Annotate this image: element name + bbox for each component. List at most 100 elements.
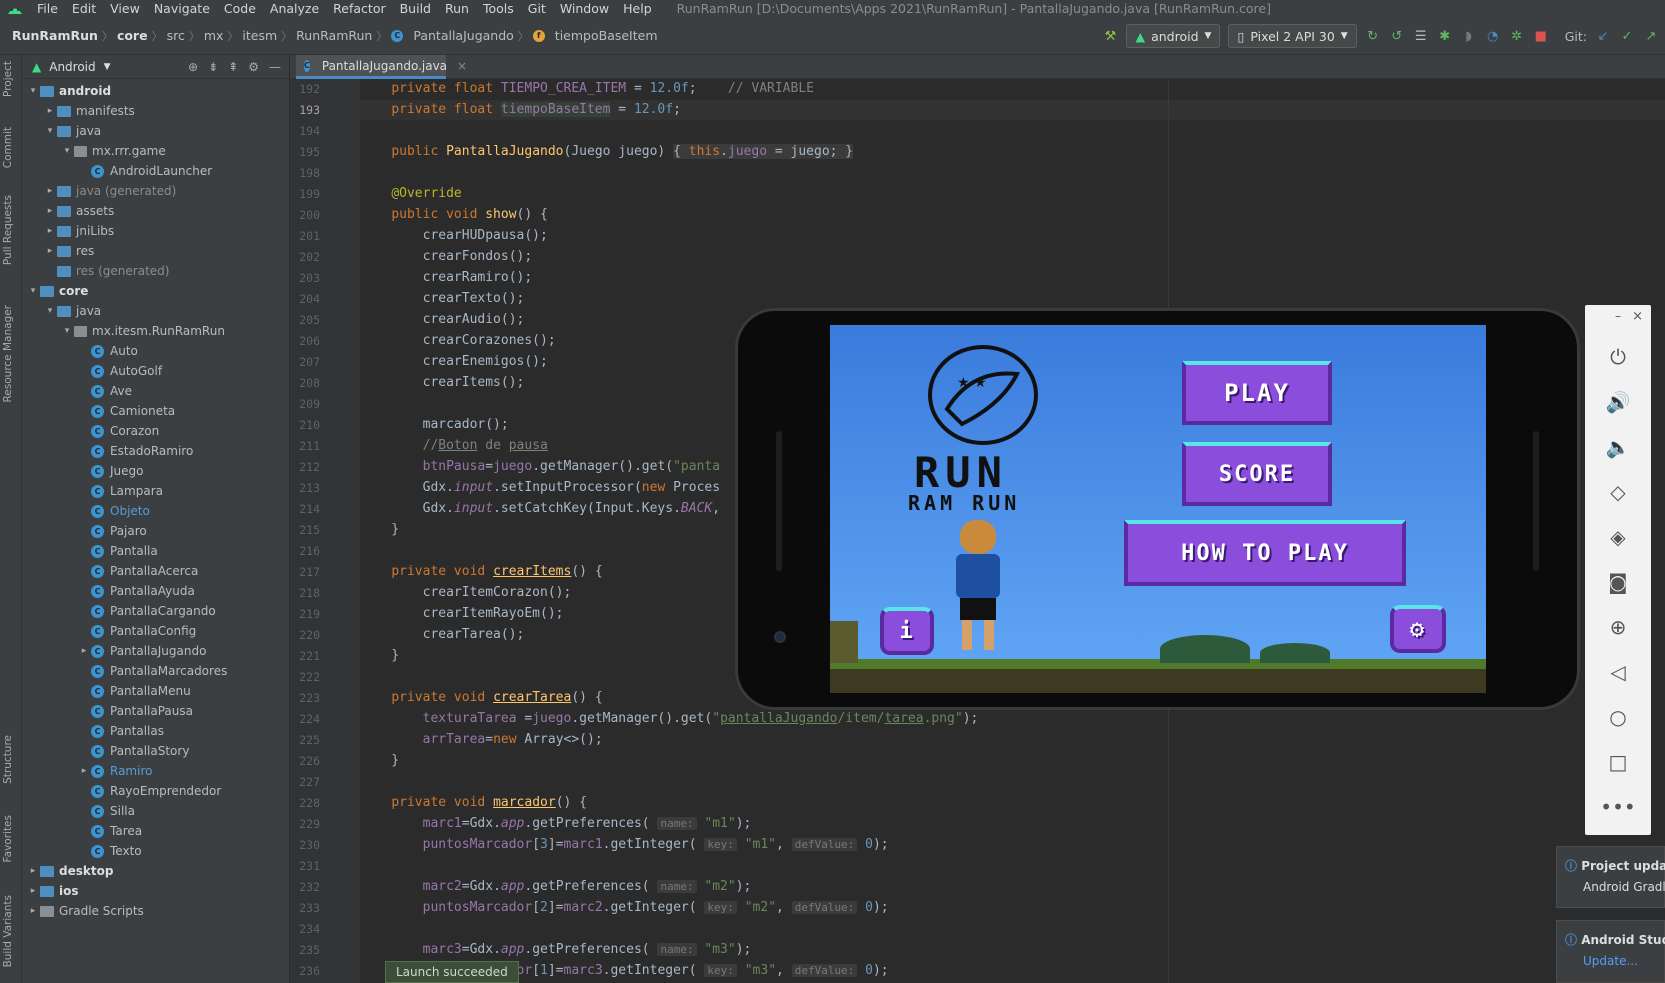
code-line[interactable]: @Override [360,184,461,204]
code-line[interactable]: } [360,520,399,540]
menu-item-tools[interactable]: Tools [476,1,521,16]
tab-pull-requests[interactable]: Pull Requests [2,195,14,265]
project-view-select[interactable]: Android [49,60,95,74]
run-config-select[interactable]: ▲ android ▼ [1126,24,1221,48]
tab-favorites[interactable]: Favorites [2,815,14,862]
code-line[interactable]: puntosMarcador[2]=marc2.getInteger( key:… [360,898,889,918]
play-button[interactable]: PLAY [1182,361,1332,425]
tree-item[interactable]: ▸ res [22,241,289,261]
tree-item[interactable]: ▾ core [22,281,289,301]
settings-button[interactable]: ⚙ [1390,605,1446,653]
tree-item[interactable]: res (generated) [22,261,289,281]
chevron-right-icon[interactable]: ▸ [43,246,57,256]
tree-item[interactable]: C Lampara [22,481,289,501]
tab-commit[interactable]: Commit [2,127,14,168]
home-icon[interactable]: ○ [1585,705,1651,729]
code-line[interactable]: crearHUDpausa(); [360,226,548,246]
code-line[interactable]: crearTexto(); [360,289,525,309]
code-line[interactable]: } [360,751,399,771]
tree-item[interactable]: C Ave [22,381,289,401]
tab-resource-manager[interactable]: Resource Manager [2,305,14,403]
tree-item[interactable]: C PantallaAcerca [22,561,289,581]
emulator-screen[interactable]: ★ ★ RUN RAM RUN PLAY SCORE HOW TO PLAY i… [830,325,1486,693]
close-icon[interactable]: × [1585,309,1651,324]
chevron-down-icon[interactable]: ▾ [26,286,40,296]
chevron-down-icon[interactable]: ▾ [26,86,40,96]
chevron-down-icon[interactable]: ▾ [43,126,57,136]
stop-icon[interactable]: ■ [1533,28,1549,44]
hammer-icon[interactable]: ⚒ [1102,28,1118,44]
git-commit-icon[interactable]: ✓ [1619,28,1635,44]
back-icon[interactable]: ◁ [1585,660,1651,684]
tree-item[interactable]: ▸ C Ramiro [22,761,289,781]
info-button[interactable]: i [880,607,934,655]
chevron-right-icon[interactable]: ▸ [43,186,57,196]
tree-item[interactable]: C PantallaMarcadores [22,661,289,681]
overview-icon[interactable]: □ [1585,750,1651,774]
code-line[interactable]: private void marcador() { [360,793,587,813]
code-line[interactable]: crearItemCorazon(); [360,583,572,603]
git-update-icon[interactable]: ↙ [1595,28,1611,44]
notification-project-update[interactable]: ⓘ Project updat Android Gradl [1556,846,1665,908]
update-link[interactable]: Update... [1565,954,1656,968]
chevron-down-icon[interactable]: ▾ [43,306,57,316]
chevron-right-icon[interactable]: ▸ [77,646,91,656]
tree-item[interactable]: ▾ java [22,121,289,141]
code-line[interactable]: crearItems(); [360,373,525,393]
tree-item[interactable]: C EstadoRamiro [22,441,289,461]
breadcrumb-item[interactable]: RunRamRun [292,28,376,43]
code-line[interactable]: marc2=Gdx.app.getPreferences( name: "m2"… [360,877,752,897]
code-line[interactable]: private float tiempoBaseItem = 12.0f; [360,100,1665,120]
code-line[interactable]: public PantallaJugando(Juego juego) { th… [360,142,854,162]
tree-item[interactable]: C Silla [22,801,289,821]
apply-changes-icon[interactable]: ↻ [1365,28,1381,44]
tree-item[interactable]: C AutoGolf [22,361,289,381]
profile-icon[interactable]: ◔ [1485,28,1501,44]
rotate-right-icon[interactable]: ◈ [1585,525,1651,549]
tree-item[interactable]: C Auto [22,341,289,361]
menu-item-navigate[interactable]: Navigate [147,1,217,16]
tab-structure[interactable]: Structure [2,735,14,784]
tree-item[interactable]: C Texto [22,841,289,861]
tree-item[interactable]: C PantallaCargando [22,601,289,621]
code-line[interactable]: marc3=Gdx.app.getPreferences( name: "m3"… [360,940,752,960]
gear-icon[interactable]: ⚙ [248,60,259,74]
menu-item-run[interactable]: Run [438,1,476,16]
menu-item-window[interactable]: Window [553,1,616,16]
code-line[interactable]: texturaTarea =juego.getManager().get("pa… [360,709,979,729]
tree-item[interactable]: C AndroidLauncher [22,161,289,181]
tree-item[interactable]: C Pantallas [22,721,289,741]
code-line[interactable]: crearAudio(); [360,310,525,330]
tree-item[interactable]: C Objeto [22,501,289,521]
code-line[interactable]: crearRamiro(); [360,268,533,288]
code-line[interactable]: private void crearItems() { [360,562,602,582]
zoom-icon[interactable]: ⊕ [1585,615,1651,639]
chevron-right-icon[interactable]: ▸ [26,906,40,916]
tree-item[interactable]: C Juego [22,461,289,481]
menu-item-code[interactable]: Code [217,1,263,16]
menu-item-edit[interactable]: Edit [65,1,103,16]
code-line[interactable]: puntosMarcador[3]=marc1.getInteger( key:… [360,835,889,855]
apply-code-changes-icon[interactable]: ↺ [1389,28,1405,44]
code-line[interactable]: marcador(); [360,415,509,435]
coverage-icon[interactable]: ◗ [1461,28,1477,44]
menu-item-view[interactable]: View [103,1,147,16]
git-push-icon[interactable]: ↗ [1643,28,1659,44]
menu-item-build[interactable]: Build [393,1,438,16]
tree-item[interactable]: ▾ mx.rrr.game [22,141,289,161]
hide-icon[interactable]: — [269,60,281,74]
code-line[interactable]: btnPausa=juego.getManager().get("panta [360,457,720,477]
tree-item[interactable]: ▾ android [22,81,289,101]
code-line[interactable]: private float TIEMPO_CREA_ITEM = 12.0f; … [360,79,814,99]
breadcrumb-item[interactable]: f tiempoBaseItem [529,28,662,43]
debug-icon[interactable]: ✱ [1437,28,1453,44]
tree-item[interactable]: C Corazon [22,421,289,441]
tree-item[interactable]: ▸ java (generated) [22,181,289,201]
list-icon[interactable]: ☰ [1413,28,1429,44]
breadcrumb-item[interactable]: core [113,28,152,43]
collapse-all-icon[interactable]: ⇞ [228,60,238,74]
code-line[interactable]: //Boton de pausa [360,436,548,456]
chevron-right-icon[interactable]: ▸ [77,766,91,776]
code-line[interactable]: Gdx.input.setInputProcessor(new Proces [360,478,720,498]
menu-item-git[interactable]: Git [521,1,553,16]
